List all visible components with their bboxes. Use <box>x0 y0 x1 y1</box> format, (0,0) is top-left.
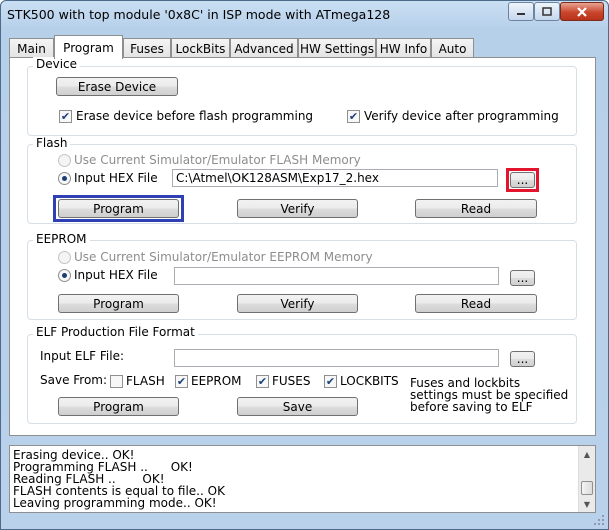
tab-hw-settings[interactable]: HW Settings <box>298 38 376 58</box>
tab-auto[interactable]: Auto <box>431 38 474 58</box>
flash-verify-button[interactable]: Verify <box>237 199 358 218</box>
save-eeprom-checkbox[interactable]: ✔ <box>175 375 188 388</box>
eeprom-program-button[interactable]: Program <box>58 294 179 313</box>
tab-label: HW Info <box>379 41 428 56</box>
window-title: STK500 with top module '0x8C' in ISP mod… <box>7 7 391 22</box>
status-log[interactable]: Erasing device.. OK! Programming FLASH .… <box>9 445 596 513</box>
device-group-label: Device <box>33 57 81 71</box>
log-scrollbar[interactable]: ▲ ▼ <box>578 446 595 512</box>
tab-fuses[interactable]: Fuses <box>123 38 171 58</box>
elf-file-path-input[interactable] <box>174 349 499 367</box>
verify-after-checkbox[interactable]: ✔ <box>347 110 360 123</box>
elf-input-label: Input ELF File: <box>40 349 124 363</box>
maximize-icon <box>542 6 552 16</box>
checkmark-icon: ✔ <box>176 375 187 388</box>
verify-label: Verify <box>280 201 315 216</box>
browse-label: ... <box>516 352 529 366</box>
read-label: Read <box>460 296 492 311</box>
elf-program-button[interactable]: Program <box>58 397 179 416</box>
verify-after-label: Verify device after programming <box>364 109 559 123</box>
elf-note-line: before saving to ELF <box>410 400 533 414</box>
save-fuses-checkbox[interactable]: ✔ <box>256 375 269 388</box>
tab-label: Auto <box>438 41 467 56</box>
save-fuses-label: FUSES <box>272 374 311 388</box>
tab-hw-info[interactable]: HW Info <box>376 38 431 58</box>
resize-grip-icon[interactable] <box>593 514 605 526</box>
close-button[interactable] <box>560 2 604 21</box>
tab-label: LockBits <box>175 41 226 56</box>
save-flash-checkbox[interactable] <box>110 375 123 388</box>
tab-label: Main <box>17 41 46 56</box>
eeprom-group-label: EEPROM <box>33 232 90 246</box>
program-label: Program <box>93 296 144 311</box>
tab-label: HW Settings <box>300 41 374 56</box>
close-icon <box>577 6 587 17</box>
save-flash-label: FLASH <box>126 374 165 388</box>
flash-group-label: Flash <box>33 136 71 150</box>
eeprom-input-hex-label: Input HEX File <box>74 268 158 282</box>
tab-label: Fuses <box>130 41 164 56</box>
flash-file-path-input[interactable] <box>172 169 498 187</box>
flash-input-hex-radio[interactable] <box>58 172 71 185</box>
eeprom-use-simulator-radio[interactable] <box>58 251 71 264</box>
browse-highlight-box <box>506 168 539 192</box>
minimize-button[interactable] <box>508 2 534 21</box>
eeprom-file-path-input[interactable] <box>174 267 499 285</box>
save-lockbits-checkbox[interactable]: ✔ <box>324 375 337 388</box>
eeprom-verify-button[interactable]: Verify <box>237 294 358 313</box>
elf-browse-button[interactable]: ... <box>510 351 535 367</box>
program-label: Program <box>93 399 144 414</box>
save-eeprom-label: EEPROM <box>191 374 242 388</box>
flash-use-simulator-radio[interactable] <box>58 154 71 167</box>
save-label: Save <box>282 399 313 414</box>
title-bar[interactable]: STK500 with top module '0x8C' in ISP mod… <box>1 1 608 29</box>
checkmark-icon: ✔ <box>348 110 359 123</box>
elf-note: Fuses and lockbits settings must be spec… <box>410 377 568 413</box>
elf-save-button[interactable]: Save <box>237 397 358 416</box>
eeprom-input-hex-radio[interactable] <box>58 269 71 282</box>
program-highlight-box <box>53 195 184 222</box>
tab-label: Advanced <box>234 41 294 56</box>
checkmark-icon: ✔ <box>257 375 268 388</box>
tab-main[interactable]: Main <box>9 38 54 58</box>
maximize-button[interactable] <box>534 2 560 21</box>
read-label: Read <box>460 201 492 216</box>
erase-device-button[interactable]: Erase Device <box>56 77 178 96</box>
erase-device-label: Erase Device <box>77 79 157 94</box>
log-line: Leaving programming mode.. OK! <box>13 496 217 510</box>
eeprom-read-button[interactable]: Read <box>415 294 537 313</box>
tab-label: Program <box>63 40 114 55</box>
stk500-dialog: STK500 with top module '0x8C' in ISP mod… <box>0 0 609 530</box>
eeprom-use-simulator-label: Use Current Simulator/Emulator EEPROM Me… <box>74 250 373 264</box>
program-tab-page: Device Erase Device ✔ Erase device befor… <box>9 57 596 436</box>
verify-label: Verify <box>280 296 315 311</box>
erase-before-flash-checkbox[interactable]: ✔ <box>59 110 72 123</box>
checkmark-icon: ✔ <box>325 375 336 388</box>
flash-input-hex-label: Input HEX File <box>74 171 158 185</box>
scroll-down-icon[interactable]: ▼ <box>579 496 595 512</box>
scroll-thumb[interactable] <box>581 481 593 495</box>
minimize-icon <box>517 12 525 15</box>
flash-read-button[interactable]: Read <box>415 199 537 218</box>
save-from-label: Save From: <box>40 373 108 387</box>
erase-before-flash-label: Erase device before flash programming <box>76 109 314 123</box>
elf-group-label: ELF Production File Format <box>33 325 198 339</box>
checkmark-icon: ✔ <box>60 110 71 123</box>
tab-advanced[interactable]: Advanced <box>230 38 298 58</box>
save-lockbits-label: LOCKBITS <box>340 374 399 388</box>
scroll-up-icon[interactable]: ▲ <box>579 446 595 462</box>
eeprom-browse-button[interactable]: ... <box>510 270 535 286</box>
browse-label: ... <box>516 271 529 285</box>
flash-use-simulator-label: Use Current Simulator/Emulator FLASH Mem… <box>74 153 361 167</box>
tab-program[interactable]: Program <box>54 35 123 59</box>
tab-lockbits[interactable]: LockBits <box>171 38 230 58</box>
